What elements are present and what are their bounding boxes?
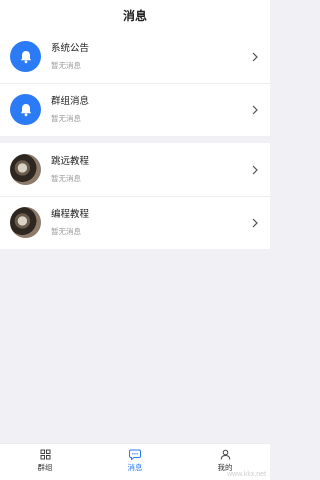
group-avatar [10, 207, 41, 238]
chevron-right-icon [252, 218, 258, 227]
item-subtitle: 暂无消息 [51, 227, 81, 236]
item-title: 跳远教程 [51, 156, 90, 167]
tab-label: 消息 [127, 463, 143, 472]
item-title: 系统公告 [51, 43, 90, 54]
chevron-right-icon [252, 105, 258, 114]
watermark: www.kkx.net [227, 471, 266, 478]
tab-groups[interactable]: 群组 [0, 444, 90, 480]
bell-icon [10, 94, 41, 125]
list-item-system-announcement[interactable]: 系统公告 暂无消息 [0, 30, 270, 83]
item-title: 群组消息 [51, 96, 90, 107]
tab-messages[interactable]: 消息 [90, 444, 180, 480]
user-icon [220, 449, 230, 460]
list-item-long-jump-course[interactable]: 跳远教程 暂无消息 [0, 143, 270, 196]
group-avatar [10, 154, 41, 185]
item-subtitle: 暂无消息 [51, 174, 81, 183]
chevron-right-icon [252, 52, 258, 61]
tab-label: 群组 [37, 463, 53, 472]
list-item-programming-course[interactable]: 编程教程 暂无消息 [0, 196, 270, 249]
item-title: 编程教程 [51, 209, 90, 220]
item-subtitle: 暂无消息 [51, 114, 81, 123]
bell-icon [10, 41, 41, 72]
course-group: 跳远教程 暂无消息 编程教程 暂无消息 [0, 143, 270, 249]
system-message-group: 系统公告 暂无消息 群组消息 暂无消息 [0, 30, 270, 136]
chat-bubble-icon [129, 449, 141, 460]
page-title: 消息 [122, 8, 147, 23]
top-bar: 消息 [0, 0, 270, 30]
grid-icon [40, 449, 50, 460]
item-subtitle: 暂无消息 [51, 61, 81, 70]
chevron-right-icon [252, 165, 258, 174]
list-item-group-messages[interactable]: 群组消息 暂无消息 [0, 83, 270, 136]
